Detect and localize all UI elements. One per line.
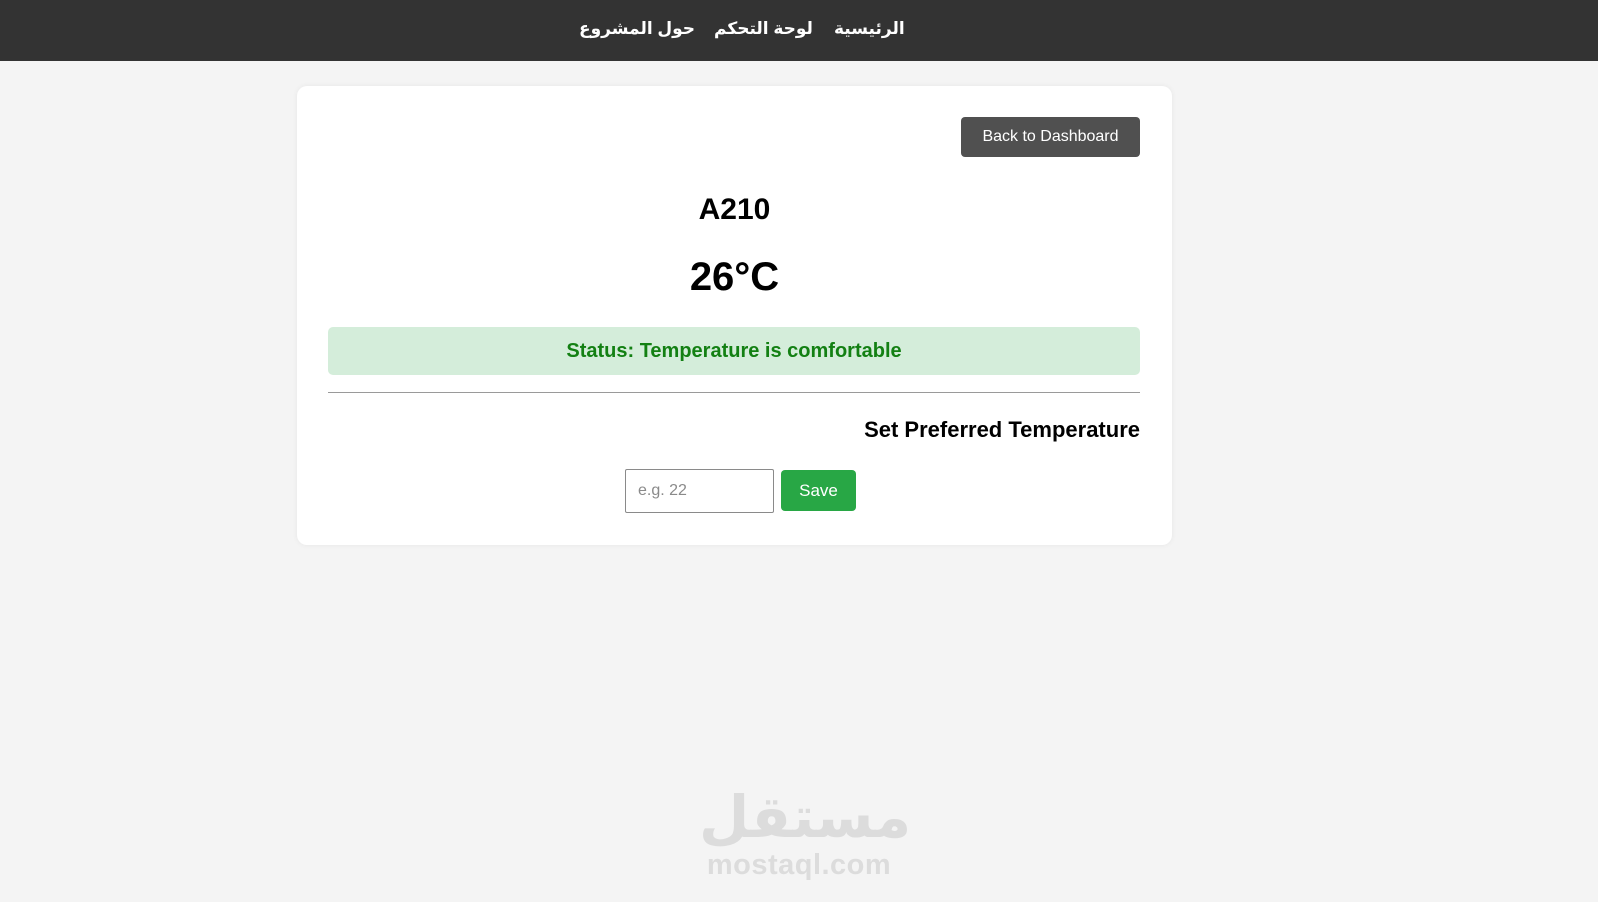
nav-link-dashboard[interactable]: لوحة التحكم [714, 18, 813, 40]
watermark-text: mostaql.com [706, 849, 892, 881]
mostaql-watermark: مستقل mostaql.com [699, 785, 912, 884]
status-badge: Status: Temperature is comfortable [328, 327, 1140, 375]
save-button[interactable]: Save [781, 470, 856, 511]
watermark-logo: مستقل [699, 785, 912, 850]
section-divider [328, 392, 1140, 393]
top-navbar: الرئيسية لوحة التحكم حول المشروع [0, 0, 1598, 61]
back-to-dashboard-button[interactable]: Back to Dashboard [961, 117, 1140, 157]
nav-link-home[interactable]: الرئيسية [834, 18, 905, 40]
preferred-temperature-input[interactable] [625, 469, 774, 513]
nav-link-about-project[interactable]: حول المشروع [579, 18, 695, 40]
current-temperature: 26°C [689, 255, 780, 299]
preferred-temperature-heading: Set Preferred Temperature [864, 417, 1140, 442]
room-detail-card: Back to Dashboard A210 26°C Status: Temp… [297, 86, 1172, 545]
room-name: A210 [698, 193, 771, 226]
